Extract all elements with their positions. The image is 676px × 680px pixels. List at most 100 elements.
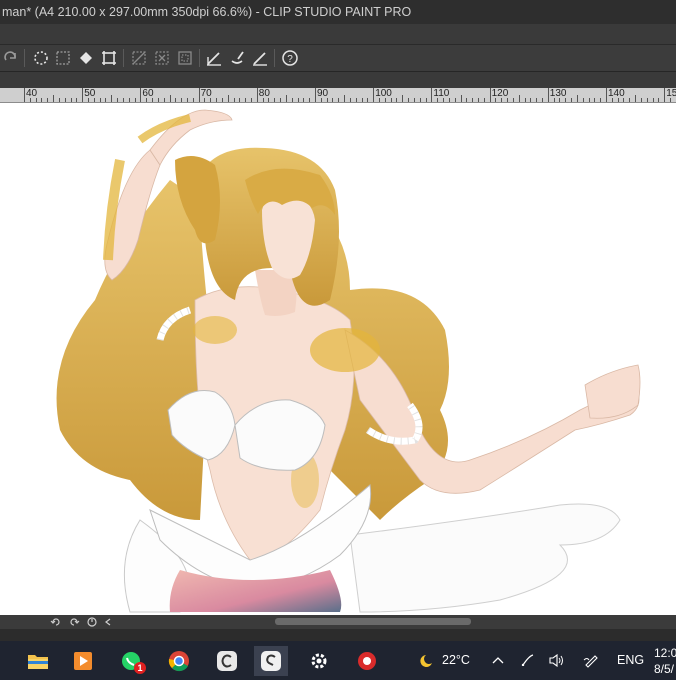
ruler-minor-tick: [280, 98, 282, 102]
weather-moon-icon[interactable]: [416, 653, 434, 669]
ruler-minor-tick: [466, 98, 468, 102]
ruler-minor-tick: [111, 95, 113, 102]
clock[interactable]: 12:0 8/5/: [654, 645, 676, 677]
ruler-major-tick: [315, 88, 316, 102]
ruler-minor-tick: [245, 98, 247, 102]
ruler-major-tick: [431, 88, 433, 102]
ruler-minor-tick: [652, 98, 654, 102]
ruler-minor-tick: [268, 98, 270, 102]
weather-temperature[interactable]: 22°C: [442, 641, 470, 680]
clear-outside-icon[interactable]: [130, 49, 148, 67]
ruler-minor-tick: [122, 98, 124, 102]
ruler-minor-tick: [413, 98, 415, 102]
ruler-minor-tick: [349, 98, 351, 102]
canvas-area[interactable]: [0, 103, 676, 615]
ruler-minor-tick: [175, 98, 177, 102]
redo-icon[interactable]: [2, 49, 20, 67]
hide-selection-icon[interactable]: [176, 49, 194, 67]
ruler-minor-tick: [285, 95, 287, 102]
fill-selection-icon[interactable]: [54, 49, 72, 67]
ruler-minor-tick: [437, 98, 439, 102]
rotate-left-icon[interactable]: [50, 616, 62, 628]
wifi-icon[interactable]: [521, 654, 535, 666]
pen-icon[interactable]: [205, 49, 223, 67]
ruler-minor-tick: [565, 98, 567, 102]
window-title: man* (A4 210.00 x 297.00mm 350dpi 66.6%)…: [0, 0, 676, 24]
fill-icon[interactable]: [77, 49, 95, 67]
ruler-icon[interactable]: [251, 49, 269, 67]
ruler-label: 130: [549, 88, 567, 99]
ruler-major-tick: [664, 88, 666, 102]
ruler-minor-tick: [582, 98, 584, 102]
ruler-minor-tick: [58, 98, 60, 102]
reset-rotation-icon[interactable]: [86, 616, 98, 628]
ruler-minor-tick: [163, 98, 165, 102]
ruler-major-tick: [606, 88, 607, 102]
crop-selection-icon[interactable]: [100, 49, 118, 67]
chevron-up-icon[interactable]: [492, 655, 504, 665]
clear-icon[interactable]: [153, 49, 171, 67]
rotate-right-icon[interactable]: [68, 616, 80, 628]
whatsapp-icon[interactable]: 1: [114, 646, 148, 676]
ruler-minor-tick: [64, 98, 66, 102]
brush-icon[interactable]: [228, 49, 246, 67]
transform-selection-icon[interactable]: [32, 49, 50, 67]
clock-time: 12:0: [654, 646, 676, 660]
ruler-minor-tick: [99, 98, 101, 102]
language-indicator[interactable]: ENG: [617, 641, 644, 680]
horizontal-scrollbar[interactable]: [275, 618, 471, 625]
scroll-left-icon[interactable]: [102, 616, 114, 628]
ruler-minor-tick: [134, 98, 136, 102]
file-explorer-icon[interactable]: [21, 646, 55, 676]
ruler-minor-tick: [128, 98, 130, 102]
help-icon[interactable]: ?: [281, 49, 299, 67]
panel-gap: [0, 72, 676, 88]
pen-menu-icon[interactable]: [583, 652, 599, 668]
ruler-minor-tick: [477, 98, 479, 102]
ruler-label: 110: [433, 88, 450, 99]
clock-date: 8/5/: [654, 662, 675, 676]
media-player-icon[interactable]: [66, 646, 100, 676]
ruler-label: 100: [375, 88, 392, 99]
ruler-minor-tick: [338, 98, 340, 102]
taskbar: 1 22°C ENG 12:0 8/5/: [0, 641, 676, 680]
ruler-major-tick: [198, 88, 200, 102]
ruler-minor-tick: [303, 98, 305, 102]
ruler-minor-tick: [670, 98, 672, 102]
ruler-major-tick: [82, 88, 84, 102]
ruler-minor-tick: [152, 98, 154, 102]
ruler-minor-tick: [105, 98, 107, 102]
ruler-minor-tick: [93, 98, 95, 102]
record-icon[interactable]: [350, 646, 384, 676]
clip-studio-paint-icon[interactable]: [254, 646, 288, 676]
ruler-label: 150: [666, 88, 676, 99]
ruler-minor-tick: [41, 98, 43, 102]
ruler-minor-tick: [541, 98, 543, 102]
ruler-minor-tick: [192, 98, 194, 102]
settings-icon[interactable]: [302, 646, 336, 676]
notification-badge: 1: [134, 662, 146, 674]
mermaid-illustration: [56, 109, 641, 613]
ruler-minor-tick: [216, 98, 218, 102]
ruler-minor-tick: [623, 98, 625, 102]
ruler-minor-tick: [204, 98, 206, 102]
ruler-major-tick: [489, 88, 491, 102]
ruler-minor-tick: [233, 98, 235, 102]
chrome-icon[interactable]: [162, 646, 196, 676]
ruler-minor-tick: [210, 98, 212, 102]
ruler-minor-tick: [291, 98, 293, 102]
speaker-icon[interactable]: [549, 654, 565, 667]
ruler-minor-tick: [402, 95, 404, 102]
ruler-label: 120: [491, 88, 509, 99]
ruler-minor-tick: [611, 98, 613, 102]
ruler-minor-tick: [344, 95, 346, 102]
clip-studio-icon[interactable]: [210, 646, 244, 676]
ruler-minor-tick: [326, 98, 328, 102]
ruler-minor-tick: [320, 98, 322, 102]
ruler-minor-tick: [495, 98, 497, 102]
ruler-minor-tick: [536, 98, 538, 102]
ruler-minor-tick: [571, 98, 573, 102]
ruler-minor-tick: [274, 98, 276, 102]
ruler-minor-tick: [70, 98, 72, 102]
ruler-minor-tick: [309, 98, 311, 102]
